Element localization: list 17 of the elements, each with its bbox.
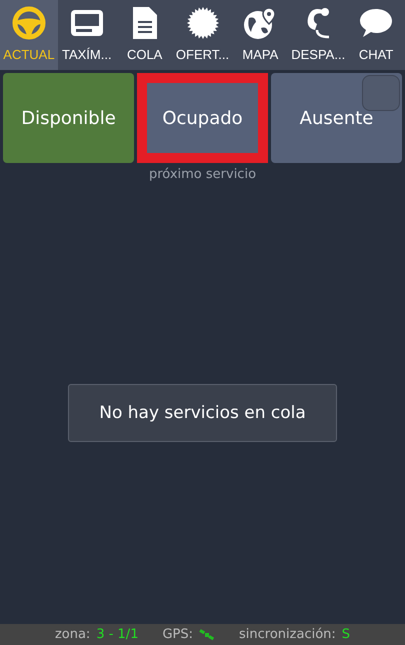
nav-tab[interactable]: OFERT... (174, 0, 232, 70)
nav-tab[interactable]: COLA (116, 0, 174, 70)
status-button[interactable]: Ausente (271, 73, 402, 163)
nav-tab[interactable]: DESPA... (289, 0, 348, 70)
sync-value: S (342, 627, 350, 642)
nav-tab[interactable]: ACTUAL (0, 0, 58, 70)
zone-label: zona: (54, 627, 90, 642)
nav-tab[interactable]: CHAT (347, 0, 405, 70)
nav-tab[interactable]: TAXÍM... (58, 0, 116, 70)
sync-label: sincronización: (239, 627, 336, 642)
next-service-label: próximo servicio (148, 167, 256, 182)
zone-value: 3 - 1/1 (96, 627, 138, 642)
status-button[interactable]: Disponible (3, 73, 134, 163)
gps-label: GPS: (162, 627, 194, 642)
queue-message: No hay servicios en cola (68, 384, 337, 442)
nav-tab[interactable]: MAPA (231, 0, 290, 70)
status-button[interactable]: Ocupado (137, 73, 268, 163)
